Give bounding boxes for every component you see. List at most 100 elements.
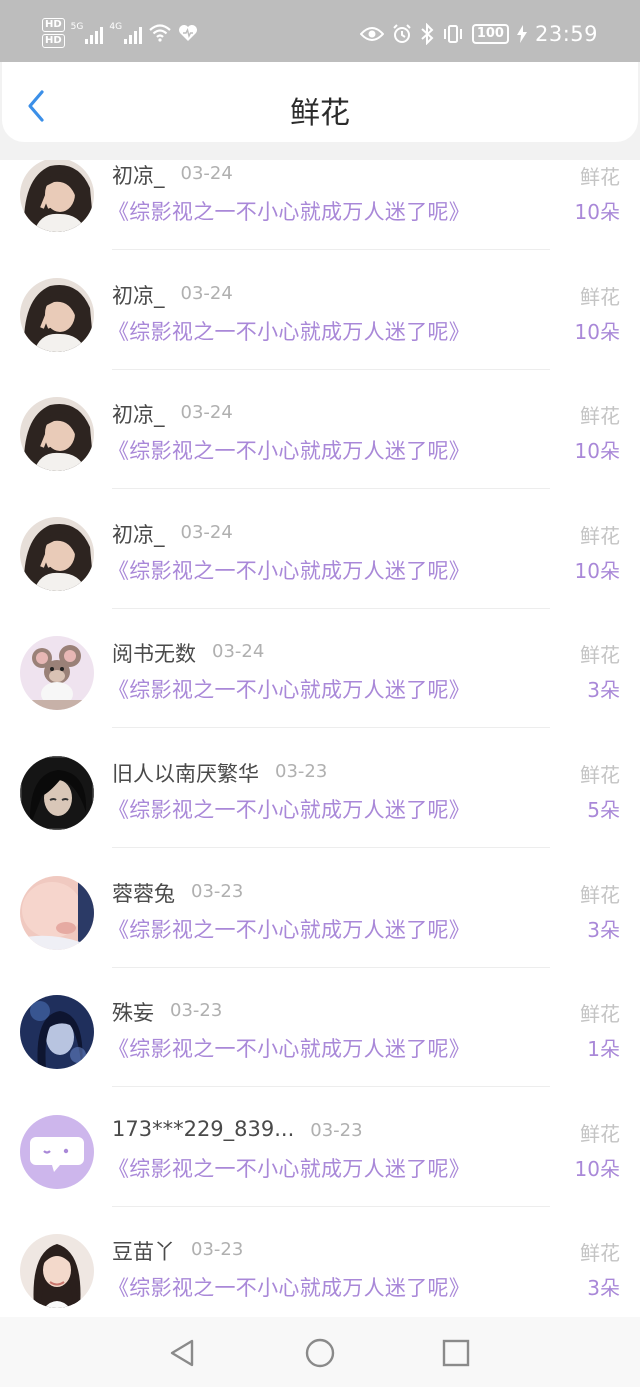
- gift-count: 10朵: [574, 558, 620, 583]
- gift-type: 鲜花: [580, 1121, 620, 1146]
- status-left: HD HD 5G 4G: [42, 18, 198, 48]
- status-right: 100 23:59: [359, 22, 598, 46]
- gift-type: 鲜花: [580, 404, 620, 429]
- gift-date: 03-24: [180, 282, 233, 304]
- gift-count: 10朵: [574, 200, 620, 224]
- list-item[interactable]: 阅书无数 03-24 《综影视之一不小心就成万人迷了呢》 鲜花 3朵: [0, 598, 640, 729]
- user-name: 蓉蓉兔: [112, 881, 175, 906]
- gift-date: 03-24: [180, 521, 233, 543]
- avatar[interactable]: [20, 875, 94, 950]
- book-title-link[interactable]: 《综影视之一不小心就成万人迷了呢》: [108, 196, 470, 226]
- avatar[interactable]: [20, 516, 94, 591]
- eye-icon: [359, 27, 384, 41]
- gift-type: 鲜花: [580, 523, 620, 548]
- flower-gift-list[interactable]: 初凉_ 03-24 《综影视之一不小心就成万人迷了呢》 鲜花 10朵 初凉_ 03-24 《…: [0, 160, 640, 1317]
- avatar[interactable]: [20, 277, 94, 352]
- avatar[interactable]: [20, 160, 94, 232]
- gift-count: 10朵: [574, 439, 620, 464]
- gift-type: 鲜花: [580, 643, 620, 668]
- book-title-link[interactable]: 《综影视之一不小心就成万人迷了呢》: [108, 555, 470, 585]
- vibrate-icon: [443, 25, 462, 43]
- gift-count: 5朵: [587, 798, 620, 822]
- back-triangle-icon: [170, 1339, 194, 1367]
- gift-count: 3朵: [587, 1276, 620, 1301]
- list-item[interactable]: 初凉_ 03-24 《综影视之一不小心就成万人迷了呢》 鲜花 10朵: [0, 479, 640, 609]
- gift-count: 10朵: [574, 1156, 620, 1181]
- gift-count: 1朵: [587, 1037, 620, 1062]
- user-name: 173***229_839...: [112, 1116, 295, 1141]
- system-recents-button[interactable]: [440, 1337, 472, 1369]
- home-circle-icon: [305, 1338, 335, 1368]
- list-item[interactable]: 初凉_ 03-24 《综影视之一不小心就成万人迷了呢》 鲜花 10朵: [0, 240, 640, 370]
- alarm-icon: [393, 24, 411, 43]
- user-name: 殊妄: [112, 1001, 154, 1026]
- signal-5g-label: 5G: [70, 22, 84, 32]
- avatar[interactable]: [20, 995, 94, 1070]
- signal-5g-icon: 5G: [71, 22, 104, 44]
- gift-count: 3朵: [587, 917, 620, 942]
- avatar[interactable]: [20, 636, 94, 711]
- gift-date: 03-23: [191, 1239, 244, 1261]
- page-title: 鲜花: [290, 96, 350, 131]
- gift-date: 03-23: [275, 761, 328, 782]
- system-nav-bar: [0, 1317, 640, 1387]
- recents-square-icon: [442, 1339, 470, 1367]
- user-name: 阅书无数: [112, 642, 196, 667]
- gift-date: 03-23: [310, 1119, 363, 1141]
- wifi-icon: [149, 24, 171, 42]
- hd-badge-1: HD: [42, 18, 65, 32]
- avatar[interactable]: [20, 1234, 94, 1309]
- user-name: 初凉_: [112, 164, 165, 188]
- header-card: 鲜花: [2, 62, 638, 142]
- status-time: 23:59: [534, 22, 598, 46]
- gift-date: 03-23: [191, 880, 244, 902]
- battery-icon: 100: [471, 24, 509, 44]
- gift-type: 鲜花: [580, 165, 620, 189]
- book-title-link[interactable]: 《综影视之一不小心就成万人迷了呢》: [108, 1033, 470, 1063]
- user-name: 豆苗丫: [112, 1240, 175, 1265]
- gift-type: 鲜花: [580, 284, 620, 309]
- system-back-button[interactable]: [167, 1337, 199, 1369]
- user-name: 初凉_: [112, 283, 165, 308]
- book-title-link[interactable]: 《综影视之一不小心就成万人迷了呢》: [108, 1153, 470, 1183]
- gift-date: 03-24: [180, 402, 233, 424]
- book-title-link[interactable]: 《综影视之一不小心就成万人迷了呢》: [108, 794, 470, 824]
- gift-type: 鲜花: [580, 1002, 620, 1027]
- gift-type: 鲜花: [580, 1241, 620, 1266]
- header: 鲜花: [0, 62, 640, 160]
- avatar[interactable]: [20, 397, 94, 472]
- list-item[interactable]: 殊妄 03-23 《综影视之一不小心就成万人迷了呢》 鲜花 1朵: [0, 957, 640, 1088]
- gift-type: 鲜花: [580, 763, 620, 787]
- list-item[interactable]: 蓉蓉兔 03-23 《综影视之一不小心就成万人迷了呢》 鲜花 3朵: [0, 838, 640, 968]
- user-name: 初凉_: [112, 522, 165, 547]
- charging-icon: [516, 25, 527, 43]
- list-item[interactable]: 初凉_ 03-24 《综影视之一不小心就成万人迷了呢》 鲜花 10朵: [0, 359, 640, 490]
- list-item[interactable]: 旧人以南厌繁华 03-23 《综影视之一不小心就成万人迷了呢》 鲜花 5朵: [0, 718, 640, 848]
- user-name: 初凉_: [112, 403, 165, 428]
- hd-badges: HD HD: [42, 18, 65, 48]
- gift-date: 03-24: [212, 641, 265, 663]
- avatar[interactable]: [20, 756, 94, 830]
- book-title-link[interactable]: 《综影视之一不小心就成万人迷了呢》: [108, 674, 470, 704]
- status-bar: HD HD 5G 4G 100 23:59: [0, 0, 640, 62]
- gift-count: 3朵: [587, 678, 620, 703]
- book-title-link[interactable]: 《综影视之一不小心就成万人迷了呢》: [108, 316, 470, 346]
- gift-type: 鲜花: [580, 882, 620, 907]
- signal-4g-label: 4G: [109, 22, 123, 32]
- book-title-link[interactable]: 《综影视之一不小心就成万人迷了呢》: [108, 914, 470, 944]
- gift-date: 03-23: [170, 1000, 223, 1022]
- app-root: HD HD 5G 4G 100 23:59 鲜花 初凉_ 03-24 《综影视之…: [0, 0, 640, 1387]
- book-title-link[interactable]: 《综影视之一不小心就成万人迷了呢》: [108, 435, 470, 465]
- list-item[interactable]: 初凉_ 03-24 《综影视之一不小心就成万人迷了呢》 鲜花 10朵: [0, 160, 640, 250]
- hd-badge-2: HD: [42, 34, 65, 48]
- avatar[interactable]: [20, 1114, 94, 1189]
- signal-4g-icon: 4G: [109, 22, 143, 44]
- book-title-link[interactable]: 《综影视之一不小心就成万人迷了呢》: [108, 1272, 470, 1302]
- system-home-button[interactable]: [304, 1337, 336, 1369]
- list-item[interactable]: 豆苗丫 03-23 《综影视之一不小心就成万人迷了呢》 鲜花 3朵: [0, 1196, 640, 1316]
- user-name: 旧人以南厌繁华: [112, 762, 259, 786]
- list-item[interactable]: 173***229_839... 03-23 《综影视之一不小心就成万人迷了呢》 鲜花…: [0, 1077, 640, 1207]
- gift-count: 10朵: [574, 319, 620, 344]
- heart-health-icon: [179, 25, 198, 41]
- gift-date: 03-24: [180, 163, 233, 184]
